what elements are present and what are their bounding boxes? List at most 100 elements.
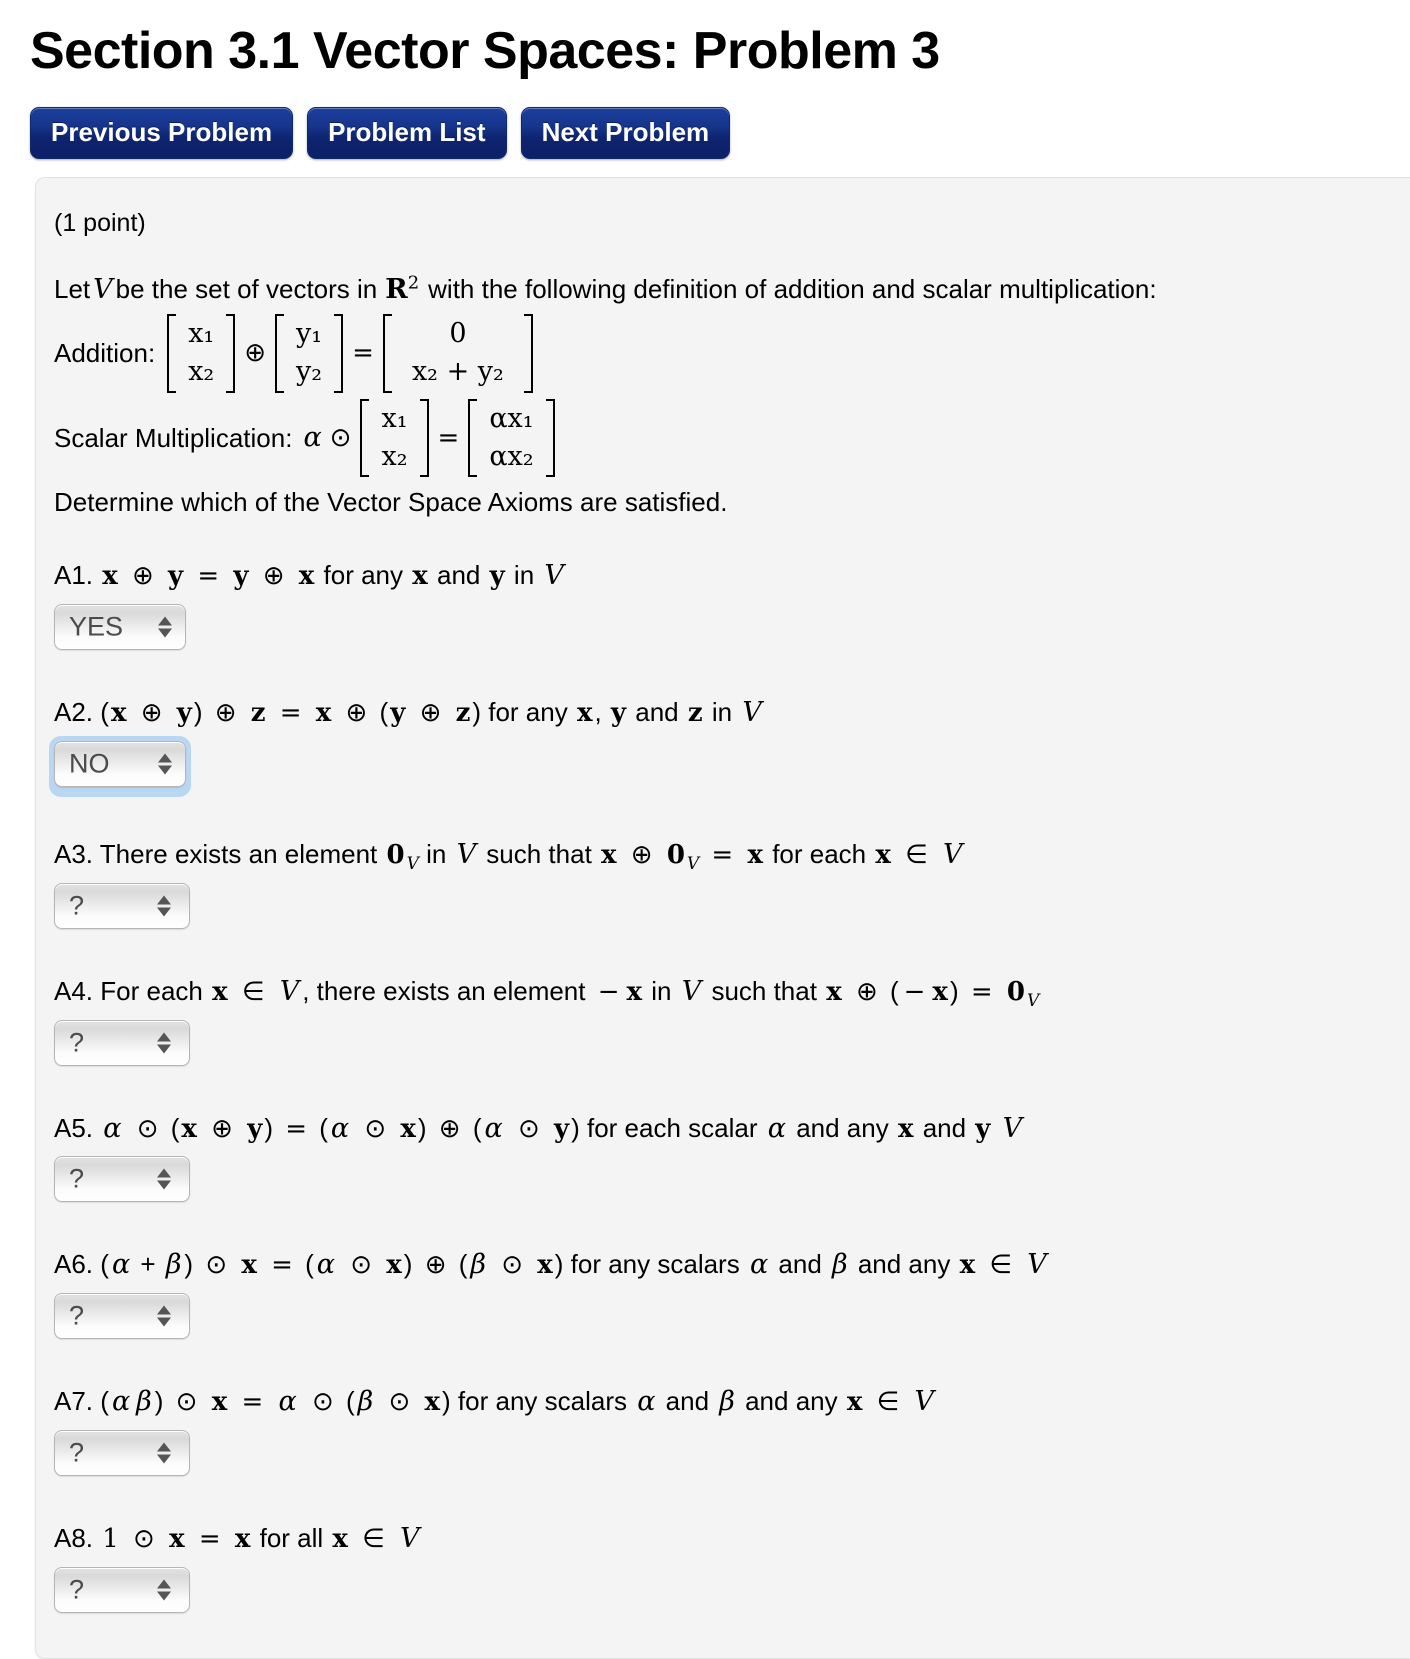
equals-sign: = <box>437 422 460 453</box>
axiom-block-a7: A7. (α β) ⊙ x = α ⊙ (β ⊙ x) for any scala… <box>54 1384 1410 1481</box>
page-title: Section 3.1 Vector Spaces: Problem 3 <box>30 22 940 80</box>
axiom-a3-answer-select[interactable]: ? <box>54 882 190 929</box>
addition-formula: Addition: x₁ x₂ ⊕ y₁ y₂ = 0 x₂ + y₂ <box>54 314 1410 393</box>
axiom-a5-answer-value: ? <box>69 1163 85 1194</box>
bracket-left-icon <box>382 314 394 393</box>
points-label: (1 point) <box>54 208 146 237</box>
addition-result-bottom: x₂ + y₂ <box>411 356 504 388</box>
triangle-up-icon[interactable] <box>157 1305 171 1315</box>
bracket-right-icon <box>332 314 344 393</box>
axiom-a7-statement: A7. (α β) ⊙ x = α ⊙ (β ⊙ x) for any scala… <box>54 1384 1410 1420</box>
scalar-x2: x₂ <box>381 441 408 473</box>
axiom-a7-label: A7. <box>54 1386 94 1417</box>
axiom-block-a8: A8. 1 ⊙ x = x for all x ∈ V ? <box>54 1521 1410 1618</box>
addition-result-vector: 0 x₂ + y₂ <box>379 314 537 393</box>
addition-y1: y₁ <box>296 318 323 350</box>
triangle-down-icon[interactable] <box>157 1454 171 1464</box>
problem-list-button[interactable]: Problem List <box>307 106 507 159</box>
addition-y2: y₂ <box>296 356 323 388</box>
axiom-block-a6: A6. (α + β) ⊙ x = (α ⊙ x) ⊕ (β ⊙ x) for … <box>54 1247 1410 1344</box>
axiom-a8-statement: A8. 1 ⊙ x = x for all x ∈ V <box>54 1521 1410 1557</box>
axiom-a2-select-wrap: NO <box>49 736 191 797</box>
axiom-a1-text: x ⊕ y = y ⊕ x for any x and y in V <box>102 560 564 592</box>
axiom-a6-statement: A6. (α + β) ⊙ x = (α ⊙ x) ⊕ (β ⊙ x) for … <box>54 1247 1410 1283</box>
axiom-block-a2: A2. (x ⊕ y) ⊕ z = x ⊕ (y ⊕ z) for any x,… <box>49 695 1410 797</box>
triangle-down-icon[interactable] <box>157 907 171 917</box>
bracket-right-icon <box>522 314 533 393</box>
axiom-a8-answer-select[interactable]: ? <box>54 1566 190 1613</box>
triangle-down-icon[interactable] <box>157 1317 171 1327</box>
triangle-up-icon[interactable] <box>158 753 172 763</box>
axiom-a4-statement: A4. For each x ∈ V, there exists an elem… <box>54 974 1410 1010</box>
axiom-a8-text: 1 ⊙ x = x for all x ∈ V <box>102 1522 420 1554</box>
axiom-a3-label: A3. <box>54 839 94 869</box>
bracket-left-icon <box>468 398 479 478</box>
scalar-alpha: α <box>303 421 322 453</box>
addition-x1: x₁ <box>188 318 215 350</box>
axiom-a4-answer-value: ? <box>69 1027 85 1058</box>
axiom-a6-answer-select[interactable]: ? <box>54 1293 190 1340</box>
axiom-a3-answer-value: ? <box>69 890 85 921</box>
triangle-down-icon[interactable] <box>157 1591 171 1601</box>
stepper-arrows-icon[interactable] <box>158 753 172 775</box>
triangle-down-icon[interactable] <box>158 765 172 775</box>
axiom-a4-label: A4. <box>54 975 94 1006</box>
problem-intro: Let V be the set of vectors in R2 with t… <box>54 272 1410 308</box>
axiom-a5-select-wrap: ? <box>54 1156 190 1207</box>
stepper-arrows-icon[interactable] <box>157 895 171 917</box>
next-problem-button[interactable]: Next Problem <box>520 106 731 159</box>
addition-x2: x₂ <box>188 356 215 388</box>
axiom-a6-answer-value: ? <box>69 1300 85 1331</box>
triangle-down-icon[interactable] <box>158 628 172 638</box>
addition-vector-x: x₁ x₂ <box>163 314 239 393</box>
intro-text-part2: be the set of vectors in <box>115 274 378 305</box>
triangle-down-icon[interactable] <box>157 1044 171 1054</box>
triangle-up-icon[interactable] <box>157 895 171 905</box>
triangle-up-icon[interactable] <box>158 616 172 626</box>
previous-problem-button[interactable]: Previous Problem <box>30 106 294 159</box>
axiom-block-a3: A3. There exists an element 0V in V such… <box>54 837 1410 934</box>
stepper-arrows-icon[interactable] <box>157 1305 171 1327</box>
axiom-a6-text: (α + β) ⊙ x = (α ⊙ x) ⊕ (β ⊙ x) for any … <box>100 1249 1047 1281</box>
axiom-a2-label: A2. <box>54 697 94 728</box>
triangle-up-icon[interactable] <box>157 1168 171 1178</box>
scalar-multiplication-formula: Scalar Multiplication: α ⊙ x₁ x₂ = αx₁ α… <box>54 398 1410 478</box>
axiom-a5-answer-select[interactable]: ? <box>54 1156 190 1203</box>
axiom-a8-label: A8. <box>54 1522 94 1553</box>
axiom-a3-statement: A3. There exists an element 0V in V such… <box>54 837 1410 873</box>
stepper-arrows-icon[interactable] <box>157 1579 171 1601</box>
axiom-a8-select-wrap: ? <box>54 1566 190 1618</box>
scalar-x1: x₁ <box>381 402 408 434</box>
axiom-a7-text: (α β) ⊙ x = α ⊙ (β ⊙ x) for any scalars α… <box>100 1386 934 1418</box>
navigation-bar: Previous Problem Problem List Next Probl… <box>0 79 1410 159</box>
axiom-a8-answer-value: ? <box>69 1574 85 1605</box>
axiom-a1-answer-value: YES <box>69 611 124 642</box>
axiom-a2-answer-value: NO <box>69 748 110 779</box>
stepper-arrows-icon[interactable] <box>157 1168 171 1190</box>
axiom-a4-answer-select[interactable]: ? <box>54 1019 190 1066</box>
axiom-a2-answer-select[interactable]: NO <box>54 741 186 787</box>
triangle-down-icon[interactable] <box>157 1180 171 1190</box>
triangle-up-icon[interactable] <box>157 1032 171 1042</box>
axiom-a2-statement: A2. (x ⊕ y) ⊕ z = x ⊕ (y ⊕ z) for any x,… <box>54 695 1410 731</box>
stepper-arrows-icon[interactable] <box>157 1442 171 1464</box>
addition-result-top: 0 <box>449 318 467 350</box>
stepper-arrows-icon[interactable] <box>158 616 172 638</box>
axiom-block-a4: A4. For each x ∈ V, there exists an elem… <box>54 974 1410 1071</box>
axiom-a7-select-wrap: ? <box>54 1429 190 1481</box>
triangle-up-icon[interactable] <box>157 1442 171 1452</box>
scalar-result-bottom: αx₂ <box>489 441 534 473</box>
axiom-a7-answer-select[interactable]: ? <box>54 1429 190 1476</box>
axiom-a1-label: A1. <box>54 560 94 591</box>
addition-label: Addition: <box>54 337 156 368</box>
axiom-a4-select-wrap: ? <box>54 1019 190 1071</box>
odot-icon: ⊙ <box>329 422 352 453</box>
scalar-result-vector: αx₁ αx₂ <box>464 398 558 478</box>
axiom-a1-answer-select[interactable]: YES <box>54 604 186 651</box>
axiom-a2-text: (x ⊕ y) ⊕ z = x ⊕ (y ⊕ z) for any x, y a… <box>100 697 762 729</box>
bracket-right-icon <box>544 398 555 478</box>
stepper-arrows-icon[interactable] <box>157 1032 171 1054</box>
triangle-up-icon[interactable] <box>157 1579 171 1589</box>
axiom-a5-text: α ⊙ (x ⊕ y) = (α ⊙ x) ⊕ (α ⊙ y) for each… <box>103 1112 1023 1144</box>
bracket-left-icon <box>360 398 371 478</box>
